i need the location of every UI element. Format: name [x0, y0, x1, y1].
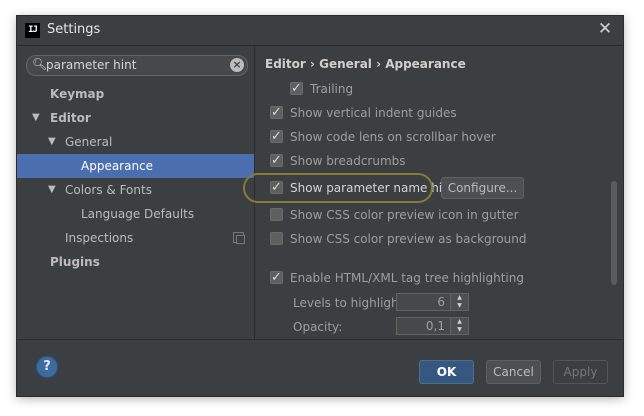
sidebar-item-label: Plugins: [50, 255, 100, 269]
dialog-footer: ? OK Cancel Apply: [17, 339, 623, 396]
checkbox-tag-tree-highlighting[interactable]: [270, 267, 283, 289]
checkbox-vertical-indent-guides[interactable]: [270, 102, 283, 124]
checkbox-breadcrumbs[interactable]: [270, 150, 283, 172]
levels-value[interactable]: 6: [437, 295, 445, 309]
sidebar-item-label: Keymap: [50, 87, 105, 101]
sidebar-item-general[interactable]: ▼ General: [17, 130, 254, 154]
settings-sidebar: 🔍︎ parameter hint × Keymap ▼ Editor ▼ Ge…: [17, 46, 255, 339]
expanded-arrow-icon[interactable]: ▼: [48, 130, 56, 154]
option-label: Show vertical indent guides: [290, 106, 457, 120]
sidebar-item-keymap[interactable]: Keymap: [17, 82, 254, 106]
sidebar-item-editor[interactable]: ▼ Editor: [17, 106, 254, 130]
checkbox-trailing[interactable]: [290, 78, 303, 100]
sidebar-item-label: General: [65, 135, 113, 149]
opacity-value[interactable]: 0,1: [426, 319, 445, 333]
sidebar-item-inspections[interactable]: Inspections: [17, 226, 254, 250]
sidebar-item-language-defaults[interactable]: Language Defaults: [17, 202, 254, 226]
intellij-app-icon: IJ: [25, 23, 40, 38]
search-icon: 🔍︎: [32, 57, 48, 71]
close-icon[interactable]: ✕: [595, 19, 615, 41]
levels-spinner[interactable]: 6 ▲ ▼: [396, 293, 469, 311]
cancel-button[interactable]: Cancel: [486, 360, 541, 384]
levels-label: Levels to highlight:: [293, 296, 408, 310]
spinner-arrows-icon[interactable]: ▲ ▼: [450, 318, 468, 334]
checkbox-css-preview-gutter[interactable]: [270, 208, 283, 221]
search-input[interactable]: parameter hint: [46, 58, 136, 72]
option-label: Show code lens on scrollbar hover: [290, 130, 496, 144]
sidebar-item-label: Colors & Fonts: [65, 183, 152, 197]
option-label: Show breadcrumbs: [290, 154, 406, 168]
help-icon[interactable]: ?: [36, 356, 58, 378]
expanded-arrow-icon[interactable]: ▼: [48, 178, 56, 202]
sidebar-item-plugins[interactable]: Plugins: [17, 250, 254, 274]
configure-button[interactable]: Configure...: [441, 177, 524, 199]
opacity-label: Opacity:: [293, 320, 343, 334]
project-copy-icon: [233, 232, 245, 244]
breadcrumb: Editor › General › Appearance: [265, 57, 466, 71]
sidebar-item-label: Editor: [50, 111, 91, 125]
sidebar-item-colors-fonts[interactable]: ▼ Colors & Fonts: [17, 178, 254, 202]
sidebar-item-label: Inspections: [65, 231, 134, 245]
option-label: Enable HTML/XML tag tree highlighting: [290, 271, 524, 285]
checkbox-code-lens[interactable]: [270, 126, 283, 148]
checkbox-css-preview-background[interactable]: [270, 232, 283, 245]
option-label: Trailing: [310, 82, 354, 96]
settings-dialog: IJ Settings ✕ 🔍︎ parameter hint × Keymap…: [17, 16, 623, 396]
content-scrollbar[interactable]: [611, 181, 617, 285]
apply-button[interactable]: Apply: [553, 360, 608, 384]
expanded-arrow-icon[interactable]: ▼: [32, 106, 40, 130]
window-title: Settings: [47, 22, 101, 37]
option-label: Show CSS color preview icon in gutter: [290, 208, 519, 222]
sidebar-item-appearance[interactable]: Appearance: [17, 154, 254, 178]
spinner-arrows-icon[interactable]: ▲ ▼: [450, 294, 468, 310]
highlight-ring: [243, 173, 433, 203]
ok-button[interactable]: OK: [419, 360, 474, 384]
clear-search-icon[interactable]: ×: [230, 58, 244, 72]
sidebar-item-label: Appearance: [81, 159, 154, 173]
sidebar-item-label: Language Defaults: [81, 207, 195, 221]
title-bar: IJ Settings ✕: [17, 16, 623, 46]
option-label: Show CSS color preview as background: [290, 232, 527, 246]
search-field[interactable]: 🔍︎ parameter hint ×: [26, 55, 248, 76]
opacity-spinner[interactable]: 0,1 ▲ ▼: [396, 317, 469, 335]
